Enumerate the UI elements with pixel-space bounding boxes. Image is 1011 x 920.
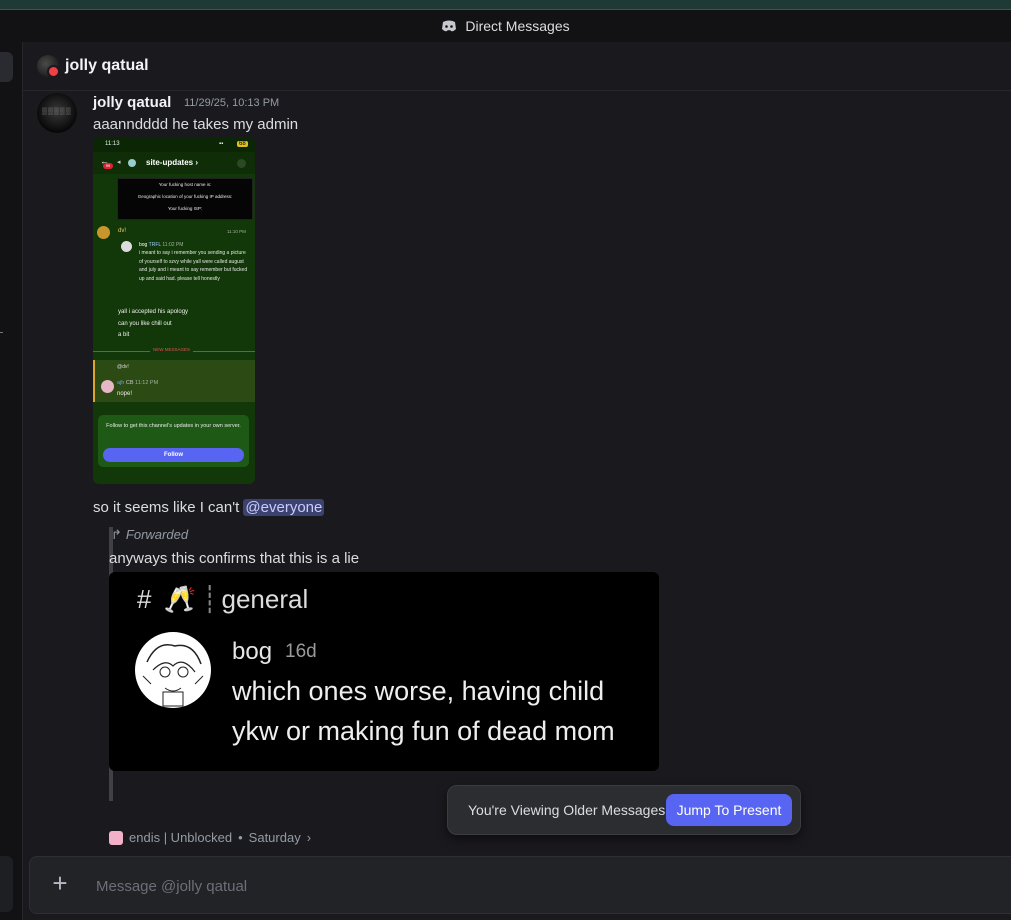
chat-main: jolly qatual ▒▒▒▒▒ jolly qatual 11/29/25…	[23, 42, 1011, 920]
forward-arrow-icon: ↱	[111, 527, 122, 542]
forward-source[interactable]: endis | Unblocked • Saturday ›	[109, 830, 311, 845]
dv-name: dv!	[118, 228, 127, 234]
message-timestamp: 11/29/25, 10:13 PM	[184, 97, 280, 109]
message-text: aaanndddd he takes my admin	[93, 116, 299, 133]
signal-icon: ▪▪	[219, 141, 224, 147]
embed-channel-header: # 🥂 ┊ general	[137, 584, 308, 615]
add-attachment-icon[interactable]: +	[48, 870, 72, 896]
header-avatar[interactable]	[37, 55, 60, 78]
battery-level: 68	[237, 141, 248, 147]
chevron-right-icon: ›	[306, 830, 312, 845]
sketch-avatar-icon	[137, 634, 209, 707]
embed-author: bog	[232, 638, 273, 665]
dv-avatar	[97, 226, 110, 239]
box-line-2: Geographic location of your fucking IP a…	[137, 194, 233, 199]
ajh-avatar	[101, 380, 114, 393]
title-bar: Direct Messages	[0, 10, 1011, 42]
ip-grabber-box: Your fucking host name is: Geographic lo…	[117, 178, 253, 220]
window-top-stripe	[0, 0, 1011, 10]
bog-avatar-small	[121, 241, 132, 252]
unread-badge: 99	[103, 163, 113, 169]
megaphone-icon: ◂	[117, 159, 121, 166]
everyone-mention[interactable]: @everyone	[243, 499, 325, 516]
bog-avatar	[135, 632, 211, 708]
author-avatar[interactable]: ▒▒▒▒▒	[37, 93, 77, 133]
left-rail	[0, 42, 23, 920]
phone-status-bar: 11:13 ▪▪ 68	[93, 138, 255, 152]
phone-channel-bar: ← 99 ◂ site-updates ›	[93, 152, 255, 174]
box-line-3: Your fucking ISP:	[167, 206, 203, 211]
jump-to-present-button[interactable]: Jump To Present	[666, 794, 792, 826]
user-panel-fragment[interactable]	[0, 856, 13, 912]
older-messages-bar: You're Viewing Older Messages Jump To Pr…	[447, 785, 801, 835]
forwarded-label: ↱ Forwarded	[111, 527, 189, 542]
champagne-icon: 🥂	[163, 584, 196, 614]
follow-panel: Follow to get this channel's updates in …	[98, 415, 249, 467]
follow-text: Follow to get this channel's updates in …	[106, 423, 241, 429]
ajh-text: nope!	[117, 391, 133, 397]
dv-lines: yall i accepted his apology can you like…	[118, 309, 189, 338]
window-title: Direct Messages	[465, 18, 570, 34]
follow-button: Follow	[103, 448, 244, 462]
message-composer: +	[29, 856, 1011, 914]
forwarded-image[interactable]: # 🥂 ┊ general bog 16d which ones worse, hav…	[109, 572, 659, 771]
phone-channel-title: site-updates ›	[146, 158, 199, 167]
phone-search-icon	[237, 159, 246, 168]
server-icon	[128, 159, 136, 167]
hash-icon: #	[137, 584, 152, 614]
bog-name-small: bog TRFL 11:02 PM	[139, 242, 184, 248]
box-line-1: Your fucking host name is:	[158, 182, 212, 187]
channel-name[interactable]: jolly qatual	[65, 57, 149, 75]
message-input[interactable]	[94, 871, 978, 901]
attached-screenshot[interactable]: 11:13 ▪▪ 68 ← 99 ◂ site-updates › Your f…	[93, 138, 255, 484]
author-name[interactable]: jolly qatual	[93, 94, 171, 111]
ajh-name: ajh CB 11:12 PM	[117, 380, 159, 386]
reply-reference: @dv!	[117, 364, 129, 370]
embed-line-2: ykw or making fun of dead mom	[232, 716, 615, 746]
embed-line-1: which ones worse, having child	[232, 676, 605, 706]
channel-header: jolly qatual	[23, 42, 1011, 91]
embed-age: 16d	[285, 641, 317, 662]
separator: ┊	[201, 584, 218, 614]
search-fragment[interactable]	[0, 52, 13, 82]
embed-channel-name: general	[221, 584, 309, 614]
rail-tick	[0, 332, 3, 333]
phone-time: 11:13	[105, 141, 120, 147]
avatar-art: ▒▒▒▒▒	[42, 108, 72, 115]
discord-icon	[442, 20, 457, 32]
new-messages-divider: NEW MESSAGES	[93, 346, 255, 356]
dnd-status-icon	[47, 65, 60, 78]
forwarded-text: anyways this confirms that this is a lie	[109, 550, 360, 567]
dv-time: 11:10 PM	[227, 229, 246, 234]
message-text-2: so it seems like I can't @everyone	[93, 499, 325, 516]
older-messages-label: You're Viewing Older Messages	[468, 802, 666, 818]
highlighted-reply: @dv! ajh CB 11:12 PM nope!	[93, 360, 255, 402]
server-icon	[109, 830, 123, 845]
bog-quoted-text: i meant to say i remember you sending a …	[139, 250, 248, 282]
